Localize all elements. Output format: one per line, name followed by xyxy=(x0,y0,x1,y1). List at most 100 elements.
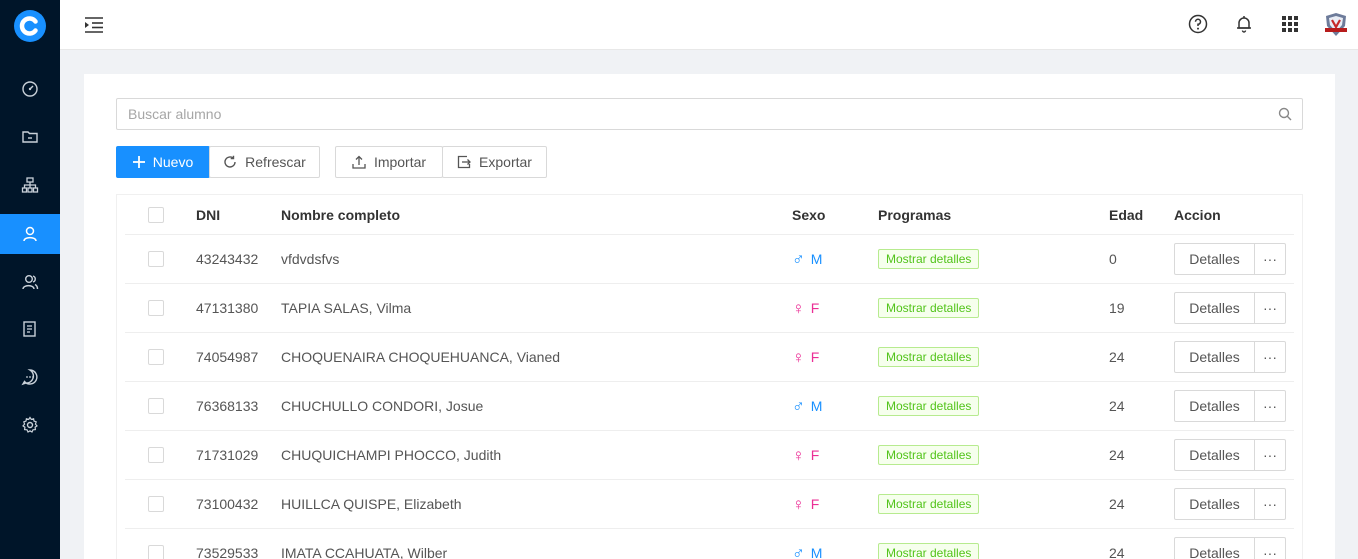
header-name[interactable]: Nombre completo xyxy=(281,195,400,234)
sex-symbol-icon: ♂ xyxy=(792,396,805,416)
sidebar-item-students[interactable] xyxy=(0,214,60,254)
table-row: 43243432 vfdvdsfvs ♂ M Mostrar detalles … xyxy=(125,234,1294,283)
sex-cell: ♀ F xyxy=(792,333,819,381)
details-button[interactable]: Detalles xyxy=(1174,341,1255,373)
sidebar-item-dashboard[interactable] xyxy=(0,69,60,109)
table-body: 43243432 vfdvdsfvs ♂ M Mostrar detalles … xyxy=(117,234,1302,559)
details-button[interactable]: Detalles xyxy=(1174,439,1255,471)
programs-cell: Mostrar detalles xyxy=(878,480,980,528)
details-button[interactable]: Detalles xyxy=(1174,390,1255,422)
age-cell: 24 xyxy=(1109,447,1125,463)
row-checkbox[interactable] xyxy=(148,398,164,414)
sex-symbol-icon: ♀ xyxy=(792,298,805,318)
refresh-button[interactable]: Refrescar xyxy=(209,146,320,178)
avatar[interactable] xyxy=(1322,11,1350,39)
more-actions-button[interactable]: ··· xyxy=(1254,243,1286,275)
programs-cell: Mostrar detalles xyxy=(878,382,980,430)
programs-details-tag[interactable]: Mostrar detalles xyxy=(878,298,980,318)
sidebar-item-settings[interactable] xyxy=(0,405,60,445)
details-button[interactable]: Detalles xyxy=(1174,488,1255,520)
new-button-label: Nuevo xyxy=(152,154,194,170)
programs-cell: Mostrar detalles xyxy=(878,529,980,559)
table-row: 73100432 HUILLCA QUISPE, Elizabeth ♀ F M… xyxy=(125,479,1294,528)
sex-label: F xyxy=(810,447,820,463)
notifications-button[interactable] xyxy=(1232,12,1256,36)
row-checkbox[interactable] xyxy=(148,496,164,512)
programs-details-tag[interactable]: Mostrar detalles xyxy=(878,543,980,559)
search-box[interactable] xyxy=(116,98,1303,130)
select-all-checkbox[interactable] xyxy=(148,206,164,223)
more-actions-button[interactable]: ··· xyxy=(1254,439,1286,471)
sidebar-item-messages[interactable] xyxy=(0,357,60,397)
dni-cell: 74054987 xyxy=(196,349,259,365)
sex-cell: ♀ F xyxy=(792,480,819,528)
sex-label: F xyxy=(810,496,820,512)
sex-cell: ♀ F xyxy=(792,431,819,479)
search-input[interactable] xyxy=(117,99,1257,129)
programs-cell: Mostrar detalles xyxy=(878,284,980,332)
report-icon xyxy=(23,321,36,337)
sex-symbol-icon: ♂ xyxy=(792,543,805,559)
new-button[interactable]: Nuevo xyxy=(116,146,210,178)
export-button-label: Exportar xyxy=(479,154,532,170)
sex-symbol-icon: ♀ xyxy=(792,445,805,465)
sex-cell: ♀ F xyxy=(792,284,819,332)
programs-details-tag[interactable]: Mostrar detalles xyxy=(878,396,980,416)
more-actions-button[interactable]: ··· xyxy=(1254,537,1286,559)
students-table: DNI Nombre completo Sexo Programas Edad … xyxy=(116,194,1303,559)
age-cell: 19 xyxy=(1109,300,1125,316)
row-checkbox[interactable] xyxy=(148,447,164,463)
row-checkbox[interactable] xyxy=(148,251,164,267)
dashboard-icon xyxy=(22,81,38,97)
more-actions-button[interactable]: ··· xyxy=(1254,341,1286,373)
header-age[interactable]: Edad xyxy=(1109,195,1143,234)
folder-icon xyxy=(22,131,38,143)
details-button[interactable]: Detalles xyxy=(1174,292,1255,324)
more-actions-button[interactable]: ··· xyxy=(1254,292,1286,324)
programs-details-tag[interactable]: Mostrar detalles xyxy=(878,445,980,465)
name-cell: HUILLCA QUISPE, Elizabeth xyxy=(281,496,462,512)
search-icon[interactable] xyxy=(1278,107,1292,121)
programs-details-tag[interactable]: Mostrar detalles xyxy=(878,494,980,514)
programs-cell: Mostrar detalles xyxy=(878,333,980,381)
help-button[interactable] xyxy=(1186,12,1210,36)
logo-c-icon xyxy=(19,16,38,36)
more-actions-button[interactable]: ··· xyxy=(1254,488,1286,520)
header-sex[interactable]: Sexo xyxy=(792,195,825,234)
sidebar-item-users[interactable] xyxy=(0,262,60,302)
programs-cell: Mostrar detalles xyxy=(878,235,980,283)
sidebar-item-folder[interactable] xyxy=(0,117,60,157)
dni-cell: 73529533 xyxy=(196,545,259,559)
action-cell: Detalles ··· xyxy=(1174,431,1286,479)
details-button[interactable]: Detalles xyxy=(1174,537,1255,559)
action-cell: Detalles ··· xyxy=(1174,382,1286,430)
age-cell: 24 xyxy=(1109,496,1125,512)
programs-details-tag[interactable]: Mostrar detalles xyxy=(878,347,980,367)
refresh-icon xyxy=(224,155,236,168)
programs-details-tag[interactable]: Mostrar detalles xyxy=(878,249,980,269)
age-cell: 24 xyxy=(1109,398,1125,414)
details-button[interactable]: Detalles xyxy=(1174,243,1255,275)
sidebar-item-hierarchy[interactable] xyxy=(0,165,60,205)
header-dni[interactable]: DNI xyxy=(196,195,220,234)
row-checkbox[interactable] xyxy=(148,545,164,559)
export-button[interactable]: Exportar xyxy=(442,146,547,178)
import-button[interactable]: Importar xyxy=(335,146,443,178)
sidebar-item-reports[interactable] xyxy=(0,309,60,349)
action-cell: Detalles ··· xyxy=(1174,284,1286,332)
dni-cell: 71731029 xyxy=(196,447,259,463)
row-checkbox[interactable] xyxy=(148,300,164,316)
menu-toggle-button[interactable] xyxy=(84,15,104,35)
row-checkbox[interactable] xyxy=(148,349,164,365)
more-actions-button[interactable]: ··· xyxy=(1254,390,1286,422)
action-cell: Detalles ··· xyxy=(1174,235,1286,283)
app-logo[interactable] xyxy=(14,10,46,42)
sex-label: F xyxy=(810,300,820,316)
user-icon xyxy=(23,226,37,242)
header-programs[interactable]: Programas xyxy=(878,195,951,234)
menu-toggle-icon xyxy=(85,17,103,33)
avatar-badge-icon xyxy=(1325,13,1347,36)
action-cell: Detalles ··· xyxy=(1174,333,1286,381)
apps-grid-button[interactable] xyxy=(1278,12,1302,36)
action-cell: Detalles ··· xyxy=(1174,480,1286,528)
